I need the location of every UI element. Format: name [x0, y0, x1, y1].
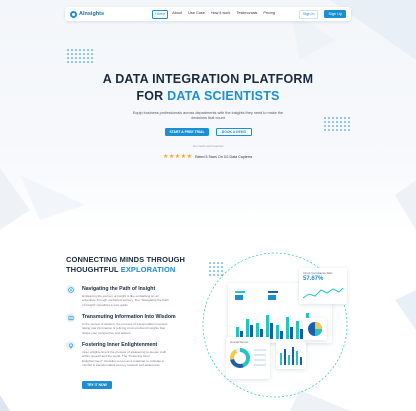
section-title-line-1: CONNECTING MINDS THROUGH: [66, 255, 186, 264]
brand-name: AInsights: [79, 11, 105, 17]
sign-in-button[interactable]: Sign in: [298, 9, 319, 19]
brand[interactable]: AInsights: [70, 10, 105, 18]
nav-link-pricing[interactable]: Pricing: [261, 10, 277, 19]
nav-link-testimonials[interactable]: Testimonials: [234, 10, 259, 19]
feature-description: Inner enlightenment the process of awake…: [82, 350, 167, 368]
logo-icon: [70, 10, 77, 18]
stat-card-value: 57.67%: [303, 276, 324, 282]
feature-description: In the pursuit of wisdom, the process of…: [82, 322, 168, 335]
feature-title: Transmuting Information Into Wisdom: [82, 314, 176, 320]
mini-bar-illustration: [280, 347, 302, 365]
nav-links: Home About Use Case How it work Testimon…: [152, 9, 277, 19]
section-title-accent: EXPLORATION: [120, 265, 176, 274]
stat-card-title: Cloud Compliance Rate: [303, 271, 333, 275]
star-icon: ★: [168, 154, 175, 160]
donut-card-title: Overall Report: [230, 340, 249, 344]
decorative-shapes: [0, 0, 416, 411]
small-bar-card: [276, 341, 306, 369]
rating: ★ ★ ★ ★ ★ Rated 5 Stars On G2 Data Capte…: [163, 154, 252, 160]
book-demo-button[interactable]: BOOK A DEMO: [216, 128, 252, 136]
lightbulb-icon: [66, 341, 75, 350]
landing-page: AInsights Home About Use Case How it wor…: [0, 0, 416, 411]
star-icon: ★: [180, 154, 187, 160]
hero-title-accent: DATA SCIENTISTS: [167, 89, 280, 103]
no-credit-card-note: No credit card required: [192, 144, 224, 148]
feature-title: Navigating the Path of Insight: [82, 286, 156, 292]
legend-rows-illustration: [254, 349, 266, 366]
hero-title-line-2: FOR DATA SCIENTISTS: [0, 89, 416, 103]
start-free-trial-button[interactable]: START A FREE TRIAL: [165, 128, 209, 136]
donut-chart-illustration: [230, 348, 250, 368]
hero-title-prefix: FOR: [136, 89, 164, 103]
pie-card: [303, 318, 327, 340]
feature-description: Embracing the journey of insight is like…: [82, 294, 169, 307]
compass-icon: [66, 285, 75, 294]
star-icon: ★: [163, 154, 169, 160]
book-icon: [66, 313, 75, 322]
star-icon: ★: [174, 154, 181, 160]
hero-subtitle: Equip business professionals across depa…: [132, 111, 284, 121]
sign-up-button[interactable]: Sign Up: [324, 10, 346, 18]
section-title-line-2: THOUGHTFUL EXPLORATION: [66, 265, 175, 274]
rating-text: Rated 5 Stars On G2 Data Capterra: [194, 155, 253, 159]
overall-report-card: Overall Report: [226, 337, 270, 379]
nav-link-how-it-work[interactable]: How it work: [209, 10, 233, 19]
section-title-prefix: THOUGHTFUL: [66, 265, 119, 274]
nav-link-use-case[interactable]: Use Case: [186, 10, 207, 19]
star-icon: ★: [186, 154, 192, 160]
pie-illustration: [308, 322, 322, 336]
hero-title-line-1: A DATA INTEGRATION PLATFORM: [102, 72, 314, 86]
sparkline-illustration: [303, 287, 343, 299]
navbar: AInsights Home About Use Case How it wor…: [65, 7, 351, 21]
nav-link-about[interactable]: About: [170, 10, 184, 19]
nav-link-home[interactable]: Home: [152, 9, 169, 19]
feature-title: Fostering Inner Enlightenment: [82, 342, 158, 348]
nav-actions: Sign in Sign Up: [298, 9, 346, 19]
try-it-now-button[interactable]: TRY IT NOW: [82, 381, 112, 389]
compliance-stat-card: Cloud Compliance Rate 57.67%: [299, 268, 347, 304]
rating-stars: ★ ★ ★ ★ ★: [163, 154, 192, 160]
